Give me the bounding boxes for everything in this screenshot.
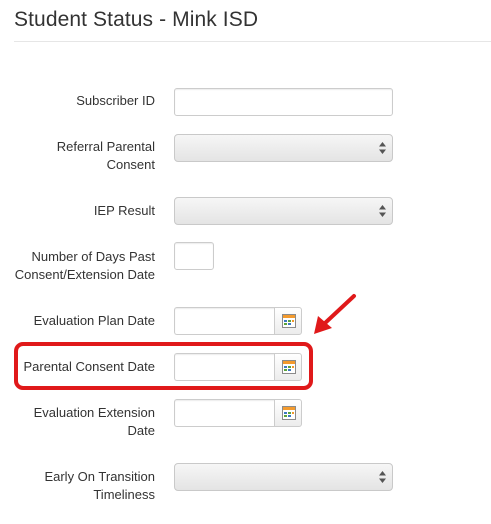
updown-arrows-icon [379,471,386,483]
evaluation-plan-date-input[interactable] [174,307,275,335]
calendar-icon [282,314,296,328]
updown-arrows-icon [379,205,386,217]
referral-parental-consent-label-line2: Consent [106,157,155,172]
iep-result-select[interactable] [174,197,393,225]
subscriber-id-label: Subscriber ID [76,93,155,108]
referral-parental-consent-label-line1: Referral Parental [56,139,155,154]
evaluation-extension-date-field [174,399,302,427]
updown-arrows-icon [379,142,386,154]
red-arrow-icon [314,294,356,334]
iep-result-label: IEP Result [93,203,155,218]
calendar-icon [282,406,296,420]
days-past-label-line1: Number of Days Past [31,249,155,264]
early-on-transition-select[interactable] [174,463,393,491]
evaluation-extension-date-label-line1: Evaluation Extension [33,405,155,420]
evaluation-plan-date-picker-button[interactable] [274,307,302,335]
evaluation-extension-date-label: Evaluation Extension Date [5,404,155,440]
referral-parental-consent-select[interactable] [174,134,393,162]
early-on-transition-label-line1: Early On Transition [44,469,155,484]
evaluation-plan-date-label: Evaluation Plan Date [33,313,155,328]
evaluation-extension-date-input[interactable] [174,399,275,427]
early-on-transition-label-line2: Timeliness [93,487,155,502]
referral-parental-consent-label: Referral Parental Consent [5,138,155,174]
days-past-label-line2: Consent/Extension Date [14,267,155,282]
evaluation-extension-date-picker-button[interactable] [274,399,302,427]
subscriber-id-input[interactable] [174,88,393,116]
days-past-label: Number of Days Past Consent/Extension Da… [0,248,155,284]
highlight-annotation-box [14,342,313,390]
title-divider [14,41,491,42]
days-past-input[interactable] [174,242,214,270]
evaluation-extension-date-label-line2: Date [127,423,155,438]
page-title: Student Status - Mink ISD [14,8,259,31]
evaluation-plan-date-field [174,307,302,335]
early-on-transition-label: Early On Transition Timeliness [5,468,155,504]
